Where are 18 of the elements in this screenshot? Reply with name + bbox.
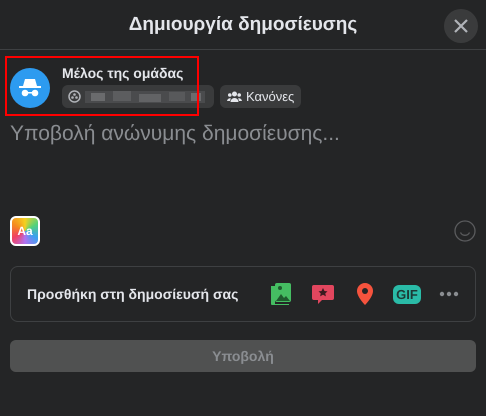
gif-icon: GIF xyxy=(393,284,421,304)
rules-button[interactable]: Κανόνες xyxy=(220,85,302,108)
dialog-title: Δημιουργία δημοσίευσης xyxy=(128,14,358,36)
gif-button[interactable]: GIF xyxy=(389,276,425,312)
audience-button[interactable] xyxy=(62,85,214,108)
location-pin-icon xyxy=(354,282,376,306)
anonymous-avatar-icon xyxy=(10,68,50,108)
post-text-field[interactable]: Υποβολή ανώνυμης δημοσίευσης... xyxy=(10,122,470,202)
close-icon xyxy=(453,18,469,34)
close-button[interactable] xyxy=(444,9,478,43)
more-icon xyxy=(439,291,459,297)
photo-icon xyxy=(269,282,293,306)
add-to-post-label: Προσθήκη στη δημοσίευσή σας xyxy=(27,286,238,302)
text-format-button[interactable]: Aa xyxy=(10,216,40,246)
star-bubble-icon xyxy=(311,282,335,306)
member-name: Μέλος της ομάδας xyxy=(62,65,184,81)
group-face-icon xyxy=(68,90,81,103)
people-icon xyxy=(227,91,242,102)
